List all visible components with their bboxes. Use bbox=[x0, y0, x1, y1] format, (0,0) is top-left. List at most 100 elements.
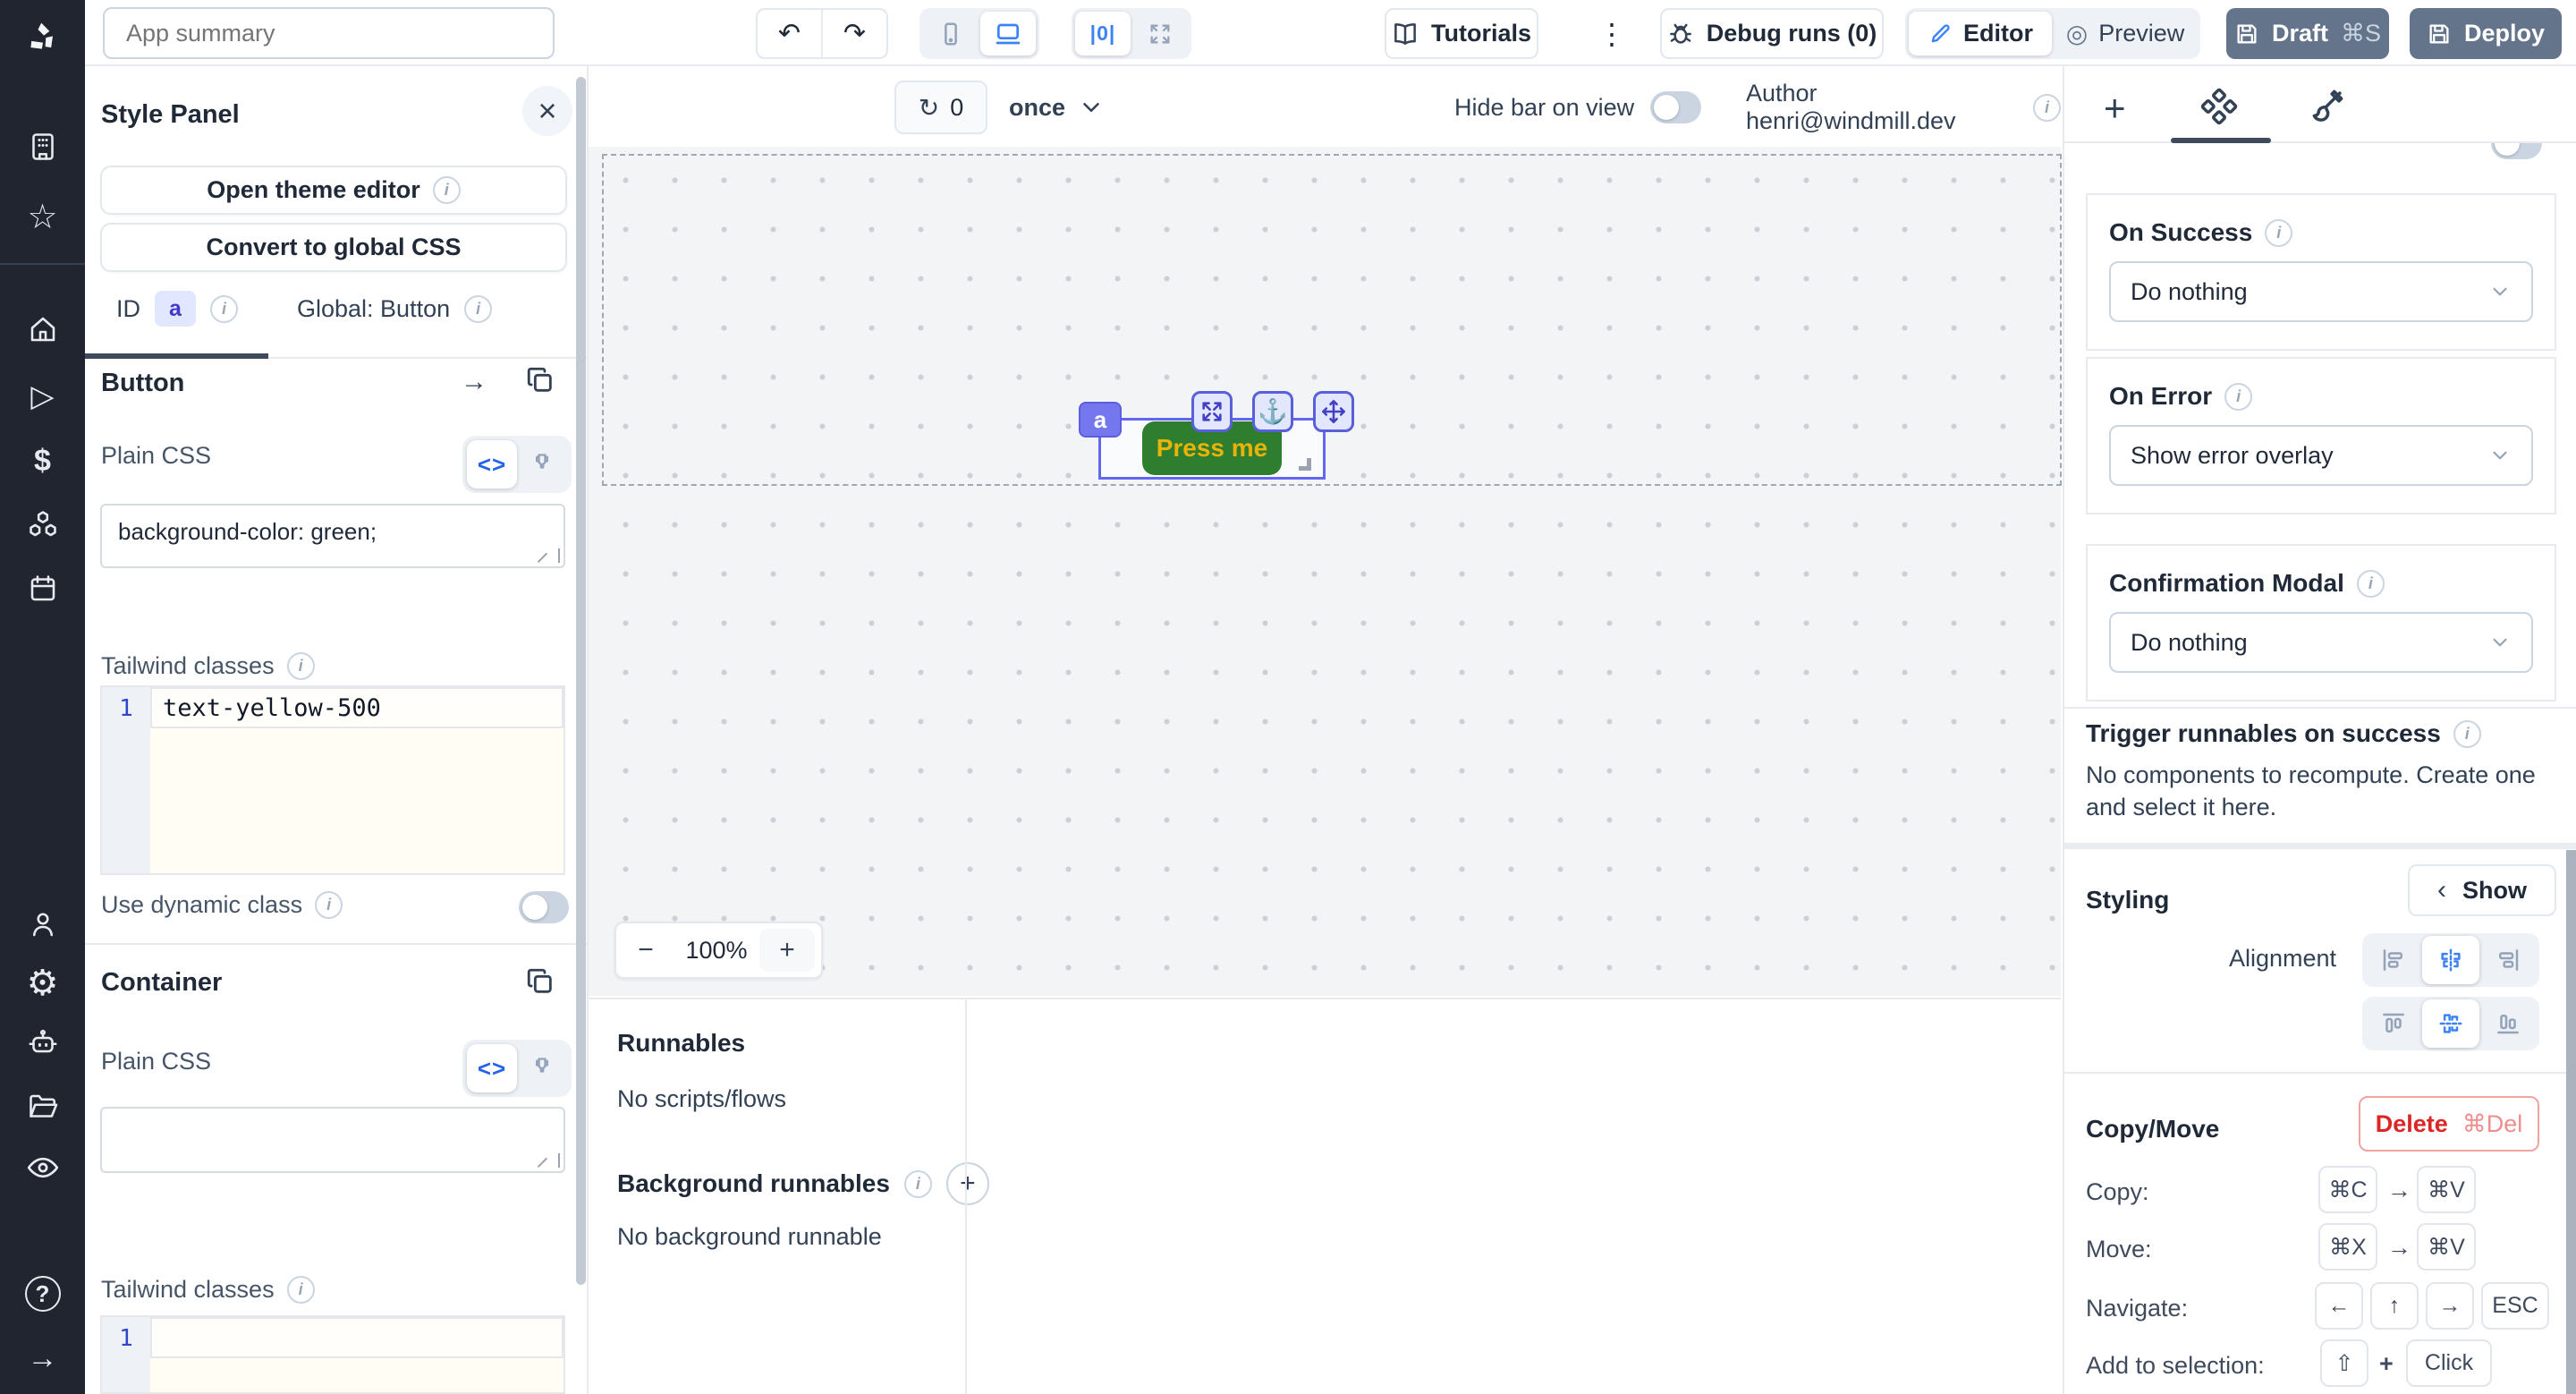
on-success-select[interactable]: Do nothing bbox=[2109, 261, 2533, 322]
copy-style-icon[interactable] bbox=[525, 365, 555, 402]
line-number: 1 bbox=[102, 1317, 150, 1392]
zoom-level: 100% bbox=[675, 937, 758, 965]
code-mode-icon[interactable]: <> bbox=[467, 440, 517, 489]
scrolled-toggle-partial[interactable] bbox=[2491, 143, 2542, 159]
plain-css-textarea[interactable] bbox=[100, 1107, 565, 1173]
copy-row-label: Copy: bbox=[2086, 1178, 2149, 1206]
expand-canvas-icon[interactable] bbox=[1132, 12, 1188, 55]
align-bottom-icon[interactable] bbox=[2479, 999, 2537, 1048]
left-sidebar: ☆ ▷ $ ⚙ ? → bbox=[0, 0, 85, 1394]
sidebar-item-workspace[interactable] bbox=[0, 122, 85, 172]
delete-component-button[interactable]: Delete ⌘Del bbox=[2359, 1096, 2539, 1152]
sidebar-item-settings-gear-icon[interactable]: ⚙ bbox=[0, 958, 85, 1008]
align-right-icon[interactable] bbox=[2479, 936, 2537, 984]
zoom-out-icon[interactable]: − bbox=[616, 935, 675, 965]
component-id-badge: a bbox=[1079, 402, 1122, 438]
windmill-logo-icon[interactable] bbox=[0, 14, 85, 64]
resize-handle[interactable] bbox=[546, 1153, 560, 1168]
css-mode-toggle: <> bbox=[462, 436, 572, 493]
sidebar-collapse-arrow-icon[interactable]: → bbox=[0, 1333, 85, 1383]
sidebar-item-resources-cubes-icon[interactable] bbox=[0, 499, 85, 549]
sidebar-item-help-icon[interactable]: ? bbox=[0, 1269, 85, 1319]
sidebar-item-home-icon[interactable] bbox=[0, 304, 85, 354]
confirmation-modal-select[interactable]: Do nothing bbox=[2109, 612, 2533, 673]
jump-to-component-arrow-icon[interactable]: → bbox=[461, 367, 487, 397]
deploy-button[interactable]: Deploy bbox=[2410, 8, 2562, 59]
copy-style-icon[interactable] bbox=[525, 966, 555, 1003]
chevron-down-icon bbox=[1078, 94, 1105, 121]
anchor-component-handle-icon[interactable]: ⚓ bbox=[1252, 391, 1293, 432]
align-center-vertical-icon[interactable] bbox=[2422, 999, 2479, 1048]
sidebar-item-workers-robot-icon[interactable] bbox=[0, 1018, 85, 1068]
hide-bar-label: Hide bar on view bbox=[1454, 94, 1634, 122]
align-left-icon[interactable] bbox=[2365, 936, 2422, 984]
add-background-runnable-icon[interactable]: + bbox=[946, 1162, 989, 1205]
mobile-view-icon[interactable] bbox=[923, 12, 979, 55]
align-center-horizontal-icon[interactable] bbox=[2422, 936, 2479, 984]
plain-css-textarea[interactable]: background-color: green; bbox=[100, 504, 565, 568]
tab-editor[interactable]: Editor bbox=[1909, 12, 2052, 55]
device-toggle-group bbox=[919, 8, 1039, 59]
tab-styling-brush-icon[interactable] bbox=[2308, 88, 2345, 132]
component-resize-corner[interactable] bbox=[1299, 458, 1311, 471]
sidebar-item-audit-eye-icon[interactable] bbox=[0, 1143, 85, 1193]
hide-bar-toggle[interactable] bbox=[1650, 91, 1701, 123]
sidebar-item-folders-icon[interactable] bbox=[0, 1082, 85, 1132]
open-theme-editor-button[interactable]: Open theme editori bbox=[100, 166, 567, 215]
resize-handle[interactable] bbox=[546, 548, 560, 563]
expand-component-handle-icon[interactable] bbox=[1191, 391, 1233, 432]
tailwind-value: text-yellow-500 bbox=[163, 694, 381, 722]
background-runnables-empty-text: No background runnable bbox=[617, 1223, 882, 1251]
sidebar-item-favorites-star-icon[interactable]: ☆ bbox=[0, 191, 85, 242]
container-section-title: Container bbox=[101, 968, 222, 998]
app-summary-input-wrap bbox=[103, 7, 555, 59]
debug-runs-label: Debug runs (0) bbox=[1707, 20, 1877, 47]
tailwind-classes-editor[interactable]: 1 bbox=[100, 1315, 565, 1394]
code-mode-icon[interactable]: <> bbox=[467, 1044, 517, 1092]
style-panel: Style Panel × Open theme editori Convert… bbox=[85, 66, 587, 1394]
section-divider bbox=[2064, 707, 2576, 709]
style-panel-scrollbar[interactable] bbox=[576, 77, 586, 1285]
redo-icon[interactable]: ↷ bbox=[823, 10, 886, 57]
zoom-in-icon[interactable]: + bbox=[759, 929, 815, 972]
sidebar-item-user-icon[interactable] bbox=[0, 899, 85, 949]
tailwind-classes-label: Tailwind classes i bbox=[101, 652, 315, 680]
app-summary-input[interactable] bbox=[126, 20, 531, 47]
close-icon[interactable]: × bbox=[522, 86, 572, 136]
use-dynamic-class-toggle[interactable] bbox=[519, 891, 569, 923]
sidebar-item-schedules-calendar-icon[interactable] bbox=[0, 564, 85, 614]
key-cmd-v: ⌘V bbox=[2417, 1223, 2476, 1271]
refresh-count-button[interactable]: ↻ 0 bbox=[894, 81, 987, 134]
key-arrow-left: ← bbox=[2315, 1282, 2363, 1330]
key-cmd-c: ⌘C bbox=[2318, 1166, 2377, 1213]
paintbrush-mode-icon[interactable] bbox=[517, 440, 567, 489]
styling-show-button[interactable]: ‹ Show bbox=[2408, 864, 2556, 916]
tab-preview[interactable]: ◎ Preview bbox=[2054, 12, 2197, 55]
arrow-right-icon: → bbox=[2387, 1234, 2411, 1262]
tutorials-button[interactable]: Tutorials bbox=[1385, 8, 1538, 59]
app-canvas[interactable]: a ⚓ Press me − 100% + bbox=[589, 147, 2061, 996]
sidebar-item-variables-dollar-icon[interactable]: $ bbox=[0, 436, 85, 486]
info-icon: i bbox=[315, 891, 343, 919]
info-icon: i bbox=[210, 295, 238, 323]
undo-icon[interactable]: ↶ bbox=[758, 10, 823, 57]
tab-global-button[interactable]: Global: Button i bbox=[297, 288, 492, 329]
draft-button[interactable]: Draft ⌘S bbox=[2226, 8, 2389, 59]
align-top-icon[interactable] bbox=[2365, 999, 2422, 1048]
kebab-menu-icon[interactable]: ⋮ bbox=[1594, 8, 1630, 59]
desktop-view-icon[interactable] bbox=[980, 12, 1036, 55]
info-icon[interactable]: i bbox=[2033, 94, 2061, 122]
center-canvas-icon[interactable]: |0| bbox=[1075, 12, 1131, 55]
debug-runs-button[interactable]: Debug runs (0) bbox=[1660, 8, 1884, 59]
tailwind-classes-editor[interactable]: 1 text-yellow-500 bbox=[100, 685, 565, 875]
insert-component-plus-icon[interactable]: + bbox=[2104, 89, 2126, 127]
tab-id[interactable]: ID a i bbox=[116, 288, 238, 329]
move-component-handle-icon[interactable] bbox=[1313, 391, 1354, 432]
tab-component-settings-icon[interactable] bbox=[2200, 88, 2238, 132]
convert-global-css-button[interactable]: Convert to global CSS bbox=[100, 223, 567, 272]
on-error-select[interactable]: Show error overlay bbox=[2109, 425, 2533, 486]
sidebar-item-runs-play-icon[interactable]: ▷ bbox=[0, 371, 85, 421]
refresh-mode-dropdown[interactable]: once bbox=[1009, 81, 1105, 134]
settings-panel-scrollbar[interactable] bbox=[2566, 850, 2576, 1394]
paintbrush-mode-icon[interactable] bbox=[517, 1044, 567, 1092]
